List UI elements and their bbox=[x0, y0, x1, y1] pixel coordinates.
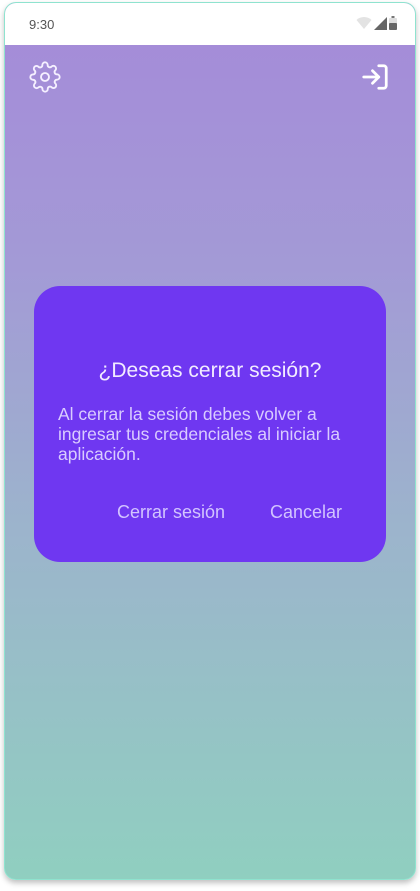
dialog-title: ¿Deseas cerrar sesión? bbox=[98, 359, 322, 382]
status-icons bbox=[356, 16, 397, 35]
dialog-actions: Cerrar sesión Cancelar bbox=[34, 502, 386, 526]
phone-frame: 9:30 ¿Deseas cerrar sesión? Al cerrar la… bbox=[4, 2, 416, 880]
dialog-message: Al cerrar la sesión debes volver a ingre… bbox=[58, 404, 341, 464]
gear-icon bbox=[29, 60, 61, 98]
wifi-icon bbox=[356, 16, 372, 35]
settings-button[interactable] bbox=[27, 60, 63, 98]
top-app-bar bbox=[5, 45, 415, 111]
status-time: 9:30 bbox=[29, 17, 55, 32]
battery-icon bbox=[389, 16, 397, 35]
logout-dialog: ¿Deseas cerrar sesión? Al cerrar la sesi… bbox=[34, 286, 386, 562]
signal-icon bbox=[374, 16, 387, 35]
status-bar: 9:30 bbox=[5, 3, 415, 45]
login-icon bbox=[360, 62, 390, 97]
cancel-button[interactable]: Cancelar bbox=[270, 502, 342, 523]
confirm-logout-button[interactable]: Cerrar sesión bbox=[117, 502, 225, 523]
login-button[interactable] bbox=[357, 61, 393, 97]
